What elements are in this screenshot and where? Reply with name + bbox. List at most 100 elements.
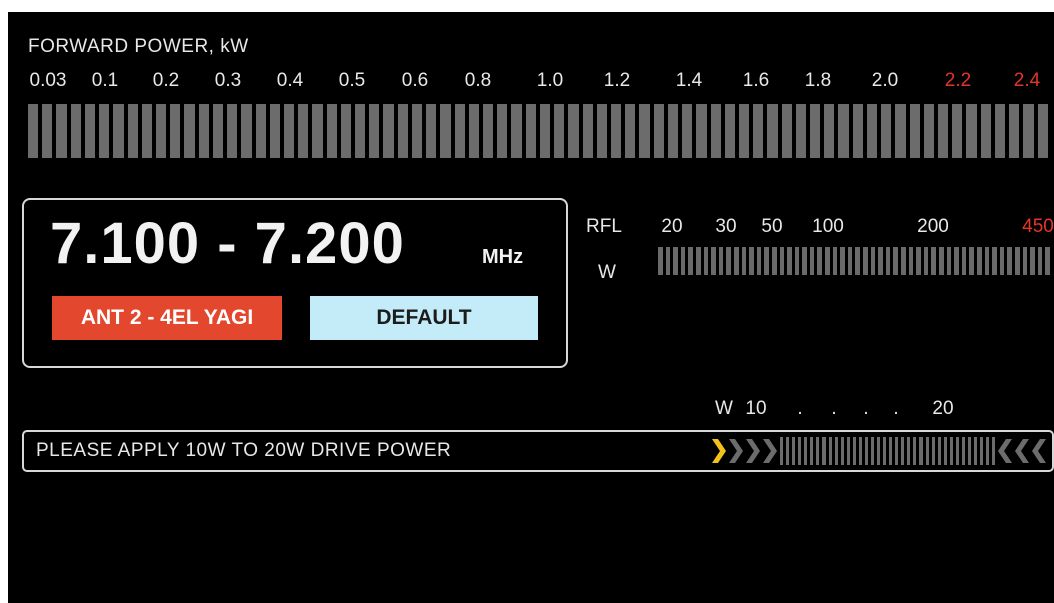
drive-power-panel: PLEASE APPLY 10W TO 20W DRIVE POWER bbox=[22, 430, 1054, 472]
forward-power-segment bbox=[355, 104, 366, 158]
forward-power-segment bbox=[170, 104, 181, 158]
reflected-power-segment bbox=[855, 247, 861, 275]
forward-power-segment bbox=[582, 104, 593, 158]
drive-power-segment bbox=[846, 437, 850, 465]
forward-power-segment bbox=[909, 104, 920, 158]
forward-power-segment bbox=[241, 104, 252, 158]
reflected-power-segment bbox=[703, 247, 709, 275]
drive-power-segment bbox=[822, 437, 826, 465]
forward-power-segment bbox=[895, 104, 906, 158]
forward-power-segment bbox=[227, 104, 238, 158]
reflected-power-segment bbox=[673, 247, 678, 275]
forward-power-segment bbox=[454, 104, 465, 158]
forward-power-segment bbox=[28, 104, 39, 158]
reflected-power-segment bbox=[809, 247, 815, 275]
forward-power-tick: 0.4 bbox=[276, 70, 304, 91]
drive-power-tick: 20 bbox=[932, 398, 954, 419]
reflected-power-segment bbox=[885, 247, 891, 275]
forward-power-segment bbox=[511, 104, 522, 158]
forward-power-segment bbox=[824, 104, 835, 158]
forward-power-segment bbox=[283, 104, 295, 158]
drive-power-tick: . bbox=[797, 398, 803, 419]
drive-power-segment bbox=[961, 437, 965, 465]
drive-power-segment bbox=[816, 437, 820, 465]
forward-power-tick: 0.03 bbox=[29, 70, 67, 91]
forward-power-segment bbox=[980, 104, 991, 158]
drive-power-segment bbox=[907, 437, 911, 465]
reflected-power-segment bbox=[764, 247, 769, 275]
forward-power-tick: 1.2 bbox=[603, 70, 631, 91]
drive-power-tick: . bbox=[831, 398, 837, 419]
reflected-power-segment bbox=[931, 247, 936, 275]
reflected-power-segment bbox=[680, 247, 686, 275]
drive-power-tick: . bbox=[893, 398, 899, 419]
chevron-right-icon bbox=[746, 437, 760, 465]
reflected-power-segment bbox=[787, 247, 792, 275]
forward-power-segment bbox=[696, 104, 707, 158]
reflected-power-segment bbox=[938, 247, 944, 275]
forward-power-segment bbox=[724, 104, 735, 158]
drive-power-segment bbox=[913, 437, 917, 465]
forward-power-segment bbox=[596, 104, 607, 158]
forward-power-segment bbox=[923, 104, 934, 158]
drive-power-segment bbox=[786, 437, 790, 465]
reflected-power-segment bbox=[756, 247, 762, 275]
antenna-selector[interactable]: ANT 2 - 4EL YAGI bbox=[52, 296, 282, 340]
forward-power-segment bbox=[568, 104, 579, 158]
reflected-power-segment bbox=[718, 247, 724, 275]
forward-power-segment bbox=[312, 104, 323, 158]
chevron-right-icon bbox=[729, 437, 743, 465]
forward-power-segment bbox=[56, 104, 67, 158]
reflected-power-segment bbox=[901, 247, 906, 275]
drive-power-segment bbox=[810, 437, 814, 465]
drive-power-segment bbox=[943, 437, 947, 465]
forward-power-segment bbox=[42, 104, 53, 158]
forward-power-segment bbox=[497, 104, 508, 158]
default-button[interactable]: DEFAULT bbox=[310, 296, 538, 340]
drive-power-segment bbox=[967, 437, 971, 465]
drive-power-tick: 10 bbox=[745, 398, 767, 419]
reflected-power-segment bbox=[1022, 247, 1028, 275]
drive-power-segment bbox=[798, 437, 802, 465]
forward-power-segment bbox=[625, 104, 636, 158]
reflected-power-segment bbox=[832, 247, 838, 275]
drive-power-segment bbox=[792, 437, 796, 465]
forward-power-tick: 0.2 bbox=[152, 70, 180, 91]
drive-power-segment bbox=[858, 437, 862, 465]
amplifier-display: FORWARD POWER, kW 0.03 0.1 0.2 0.3 0.4 0.5 0.6… bbox=[8, 12, 1054, 603]
reflected-power-segment bbox=[954, 247, 959, 275]
forward-power-segment bbox=[710, 104, 721, 158]
drive-power-segment bbox=[974, 437, 978, 465]
forward-power-segment bbox=[155, 104, 167, 158]
forward-power-tick: 0.6 bbox=[401, 70, 429, 91]
forward-power-segment bbox=[1009, 104, 1020, 158]
drive-power-segment bbox=[852, 437, 856, 465]
reflected-power-segment bbox=[923, 247, 929, 275]
forward-power-segment bbox=[610, 104, 622, 158]
forward-power-tick: 2.0 bbox=[871, 70, 899, 91]
reflected-power-segment bbox=[817, 247, 823, 275]
reflected-power-segment bbox=[825, 247, 830, 275]
drive-power-segment bbox=[949, 437, 953, 465]
reflected-power-segment bbox=[802, 247, 807, 275]
drive-power-segment bbox=[828, 437, 832, 465]
forward-power-segment bbox=[938, 104, 949, 158]
reflected-power-segment bbox=[1007, 247, 1012, 275]
forward-power-tick: 0.5 bbox=[338, 70, 366, 91]
drive-indicator-chevron-icon bbox=[712, 437, 726, 465]
drive-power-message: PLEASE APPLY 10W TO 20W DRIVE POWER bbox=[36, 440, 452, 461]
forward-power-segment bbox=[184, 104, 195, 158]
reflected-power-scale: 20 30 50 100 200 450 bbox=[8, 216, 1054, 240]
forward-power-segment bbox=[753, 104, 764, 158]
forward-power-tick: 0.3 bbox=[214, 70, 242, 91]
drive-power-segment bbox=[864, 437, 868, 465]
reflected-power-tick: 30 bbox=[715, 216, 737, 237]
forward-power-segment bbox=[525, 104, 536, 158]
forward-power-segment bbox=[838, 104, 849, 158]
drive-power-segment bbox=[937, 437, 941, 465]
forward-power-segment bbox=[994, 104, 1006, 158]
drive-power-tick: . bbox=[863, 398, 869, 419]
forward-power-tick: 2.4 bbox=[1013, 70, 1041, 91]
reflected-power-segment bbox=[1030, 247, 1035, 275]
drive-power-segment bbox=[901, 437, 905, 465]
